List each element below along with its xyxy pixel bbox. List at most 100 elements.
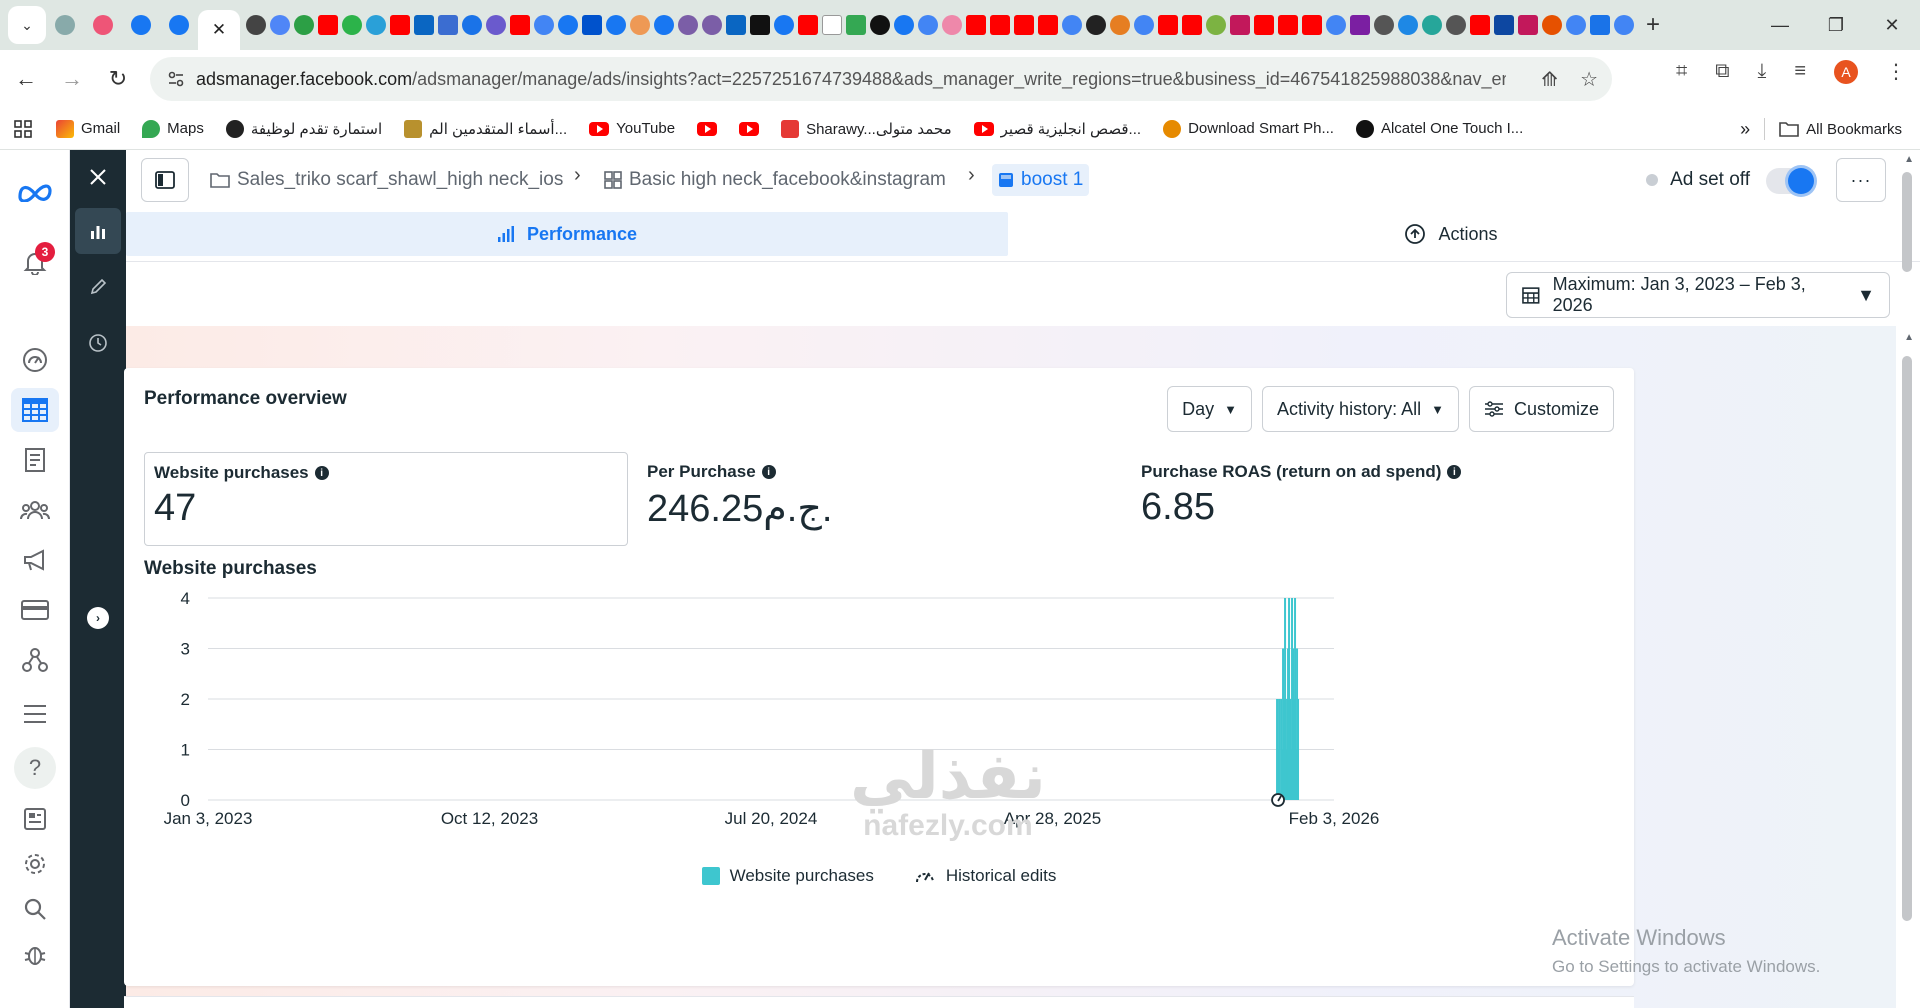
tab-favicon[interactable] [1518,15,1538,35]
tab-favicon[interactable] [1086,15,1106,35]
meta-logo-icon[interactable] [11,170,59,214]
more-options-button[interactable]: ··· [1836,158,1886,202]
granularity-dropdown[interactable]: Day ▼ [1167,386,1253,432]
tab-favicon[interactable] [270,15,290,35]
tab-favicon[interactable] [822,15,842,35]
tab-favicon[interactable] [990,15,1010,35]
tab-favicon[interactable] [1422,15,1442,35]
breadcrumb-ad[interactable]: boost 1 [992,164,1090,196]
legend-historical-edits[interactable]: Historical edits [914,866,1056,886]
site-info-icon[interactable] [156,70,196,88]
back-icon[interactable]: ← [6,59,46,99]
tab-favicon[interactable] [894,15,914,35]
date-range-picker[interactable]: Maximum: Jan 3, 2023 – Feb 3, 2026 ▼ [1506,272,1890,318]
breadcrumb-adset[interactable]: Basic high neck_facebook&instagram [604,164,946,196]
apps-grid-icon[interactable] [14,119,32,138]
toggle-sidebar-icon[interactable] [141,158,189,202]
page-scroll-thumb[interactable] [1902,172,1912,272]
tab-favicon[interactable] [534,15,554,35]
tab-favicon[interactable] [1038,15,1058,35]
tab-favicon[interactable] [798,15,818,35]
close-panel-icon[interactable] [75,154,121,200]
metric-per-purchase[interactable]: Per Purchase i 246.25ج.م. [638,452,1118,546]
tab-favicon[interactable] [846,15,866,35]
bookmark-job-form[interactable]: استمارة تقدم لوظيفة [225,119,382,138]
profile-avatar[interactable]: A [1834,59,1858,84]
tab-favicon[interactable] [1590,15,1610,35]
tab-favicon-download[interactable] [46,8,84,42]
page-scrollbar[interactable]: ▲ [1896,150,1920,1008]
bookmark-youtube[interactable]: YouTube [589,120,675,137]
tab-favicon[interactable] [918,15,938,35]
tab-favicon[interactable] [1278,15,1298,35]
legend-website-purchases[interactable]: Website purchases [701,866,874,886]
tab-favicon[interactable] [390,15,410,35]
restore-icon[interactable]: ❐ [1808,0,1864,50]
tab-favicon[interactable] [1470,15,1490,35]
tab-favicon[interactable] [582,15,602,35]
metric-website-purchases[interactable]: Website purchases i 47 [144,452,628,546]
tab-favicon[interactable] [678,15,698,35]
bookmark-english-stories[interactable]: قصص انجليزية قصير... [973,120,1141,138]
tab-favicon[interactable] [1254,15,1274,35]
tab-favicon[interactable] [654,15,674,35]
bookmark-youtube-2[interactable] [697,121,718,136]
minimize-icon[interactable]: — [1752,0,1808,50]
tab-favicon[interactable] [1302,15,1322,35]
bookmark-gmail[interactable]: Gmail [56,119,120,138]
tab-favicon[interactable] [1206,15,1226,35]
tab-favicon-facebook[interactable] [122,8,160,42]
tab-favicon[interactable] [414,15,434,35]
reload-icon[interactable]: ↻ [98,59,138,99]
expand-chevron-right-icon[interactable]: › [87,607,109,629]
tab-favicon[interactable] [510,15,530,35]
tab-favicon[interactable] [1494,15,1514,35]
tab-favicon[interactable] [1542,15,1562,35]
tab-favicon[interactable] [1374,15,1394,35]
tab-favicon[interactable] [726,15,746,35]
audiences-people-icon[interactable] [11,488,59,532]
browser-menu-icon[interactable]: ⋮ [1886,59,1906,84]
tab-favicon[interactable] [1182,15,1202,35]
info-icon[interactable]: i [761,465,776,479]
info-icon[interactable]: i [314,466,329,480]
bookmark-youtube-3[interactable] [739,121,760,136]
reports-book-icon[interactable] [11,438,59,482]
tab-favicon[interactable] [342,15,362,35]
help-icon[interactable]: ? [14,747,56,789]
news-feed-icon[interactable] [11,797,59,841]
new-tab-button[interactable]: + [1646,11,1660,39]
bookmark-star-icon[interactable]: ☆ [1580,67,1598,92]
translate-icon[interactable]: ⟰ [1541,67,1558,92]
tab-favicon[interactable] [630,15,650,35]
tab-favicon[interactable] [1062,15,1082,35]
active-tab[interactable]: ✕ [198,10,240,50]
insights-bar-chart-icon[interactable] [75,208,121,254]
tab-favicon[interactable] [1326,15,1346,35]
tab-favicon[interactable] [1110,15,1130,35]
tab-performance[interactable]: Performance [126,212,1008,256]
tab-favicon[interactable] [1398,15,1418,35]
activity-history-dropdown[interactable]: Activity history: All ▼ [1262,386,1459,432]
close-icon[interactable]: ✕ [212,20,226,40]
dashboard-gauge-icon[interactable] [11,338,59,382]
tab-favicon[interactable] [486,15,506,35]
tab-favicon-facebook[interactable] [160,8,198,42]
tab-favicon[interactable] [1566,15,1586,35]
billing-card-icon[interactable] [11,588,59,632]
ads-manager-table-icon[interactable] [11,388,59,432]
notifications-bell-icon[interactable]: 3 [11,240,59,284]
devtools-extension-icon[interactable]: ⌗ [1676,60,1687,83]
tab-favicon[interactable] [318,15,338,35]
url-text[interactable]: adsmanager.facebook.com/adsmanager/manag… [196,69,1506,90]
chevron-double-right-icon[interactable]: » [1740,119,1750,140]
tab-favicon[interactable] [246,15,266,35]
tab-favicon[interactable] [750,15,770,35]
tab-favicon[interactable] [1614,15,1634,35]
tab-favicon[interactable] [1230,15,1250,35]
extensions-puzzle-icon[interactable]: ⧉ [1715,60,1729,83]
tab-actions[interactable]: Actions [1008,212,1894,256]
tab-search-button[interactable]: ⌄ [8,6,46,44]
business-settings-icon[interactable] [11,638,59,682]
scroll-up-arrow-icon[interactable]: ▲ [1904,154,1914,165]
